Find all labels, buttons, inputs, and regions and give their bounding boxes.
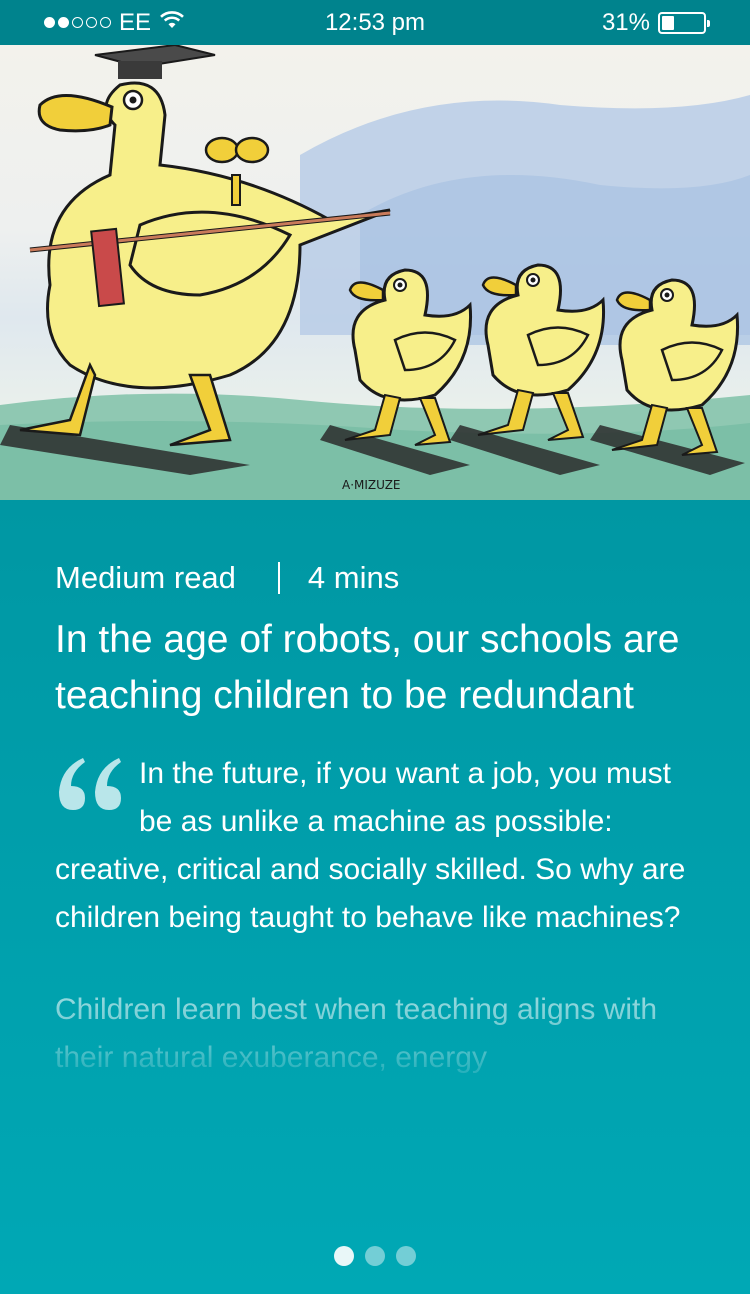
meta-divider bbox=[277, 562, 280, 594]
status-bar: EE 12:53 pm 31% bbox=[0, 0, 750, 45]
signal-dot bbox=[58, 17, 69, 28]
signal-dot bbox=[100, 17, 111, 28]
hero-illustration: A·MIZUZE bbox=[0, 45, 750, 500]
illustration-image: A·MIZUZE bbox=[0, 45, 750, 500]
read-duration: 4 mins bbox=[307, 560, 400, 595]
carrier-name: EE bbox=[119, 8, 152, 36]
article-preview[interactable]: Medium read 4 mins In the age of robots,… bbox=[55, 500, 700, 1082]
read-type-label: Medium read bbox=[55, 560, 236, 595]
page-indicator[interactable] bbox=[0, 1246, 750, 1266]
article-headline[interactable]: In the age of robots, our schools are te… bbox=[55, 612, 700, 724]
battery-fill bbox=[662, 15, 675, 30]
battery-percent: 31% bbox=[601, 8, 650, 36]
quote-text: In the future, if you want a job, you mu… bbox=[55, 757, 686, 934]
page-dot-1[interactable] bbox=[334, 1246, 354, 1266]
wifi-icon bbox=[159, 9, 185, 37]
status-right: 31% bbox=[601, 8, 710, 37]
signal-dot bbox=[44, 17, 55, 28]
battery-icon bbox=[658, 11, 710, 34]
article-meta: Medium read 4 mins bbox=[55, 558, 700, 598]
article-body-preview: Children learn best when teaching aligns… bbox=[55, 993, 658, 1074]
page-dot-3[interactable] bbox=[396, 1246, 416, 1266]
illustration-signature: A·MIZUZE bbox=[342, 478, 401, 492]
signal-dot bbox=[86, 17, 97, 28]
quote-mark-icon bbox=[55, 754, 139, 822]
signal-dot bbox=[72, 17, 83, 28]
signal-strength-icon bbox=[44, 17, 111, 28]
page-dot-2[interactable] bbox=[365, 1246, 385, 1266]
status-left: EE bbox=[44, 9, 185, 37]
pull-quote: In the future, if you want a job, you mu… bbox=[55, 750, 700, 942]
